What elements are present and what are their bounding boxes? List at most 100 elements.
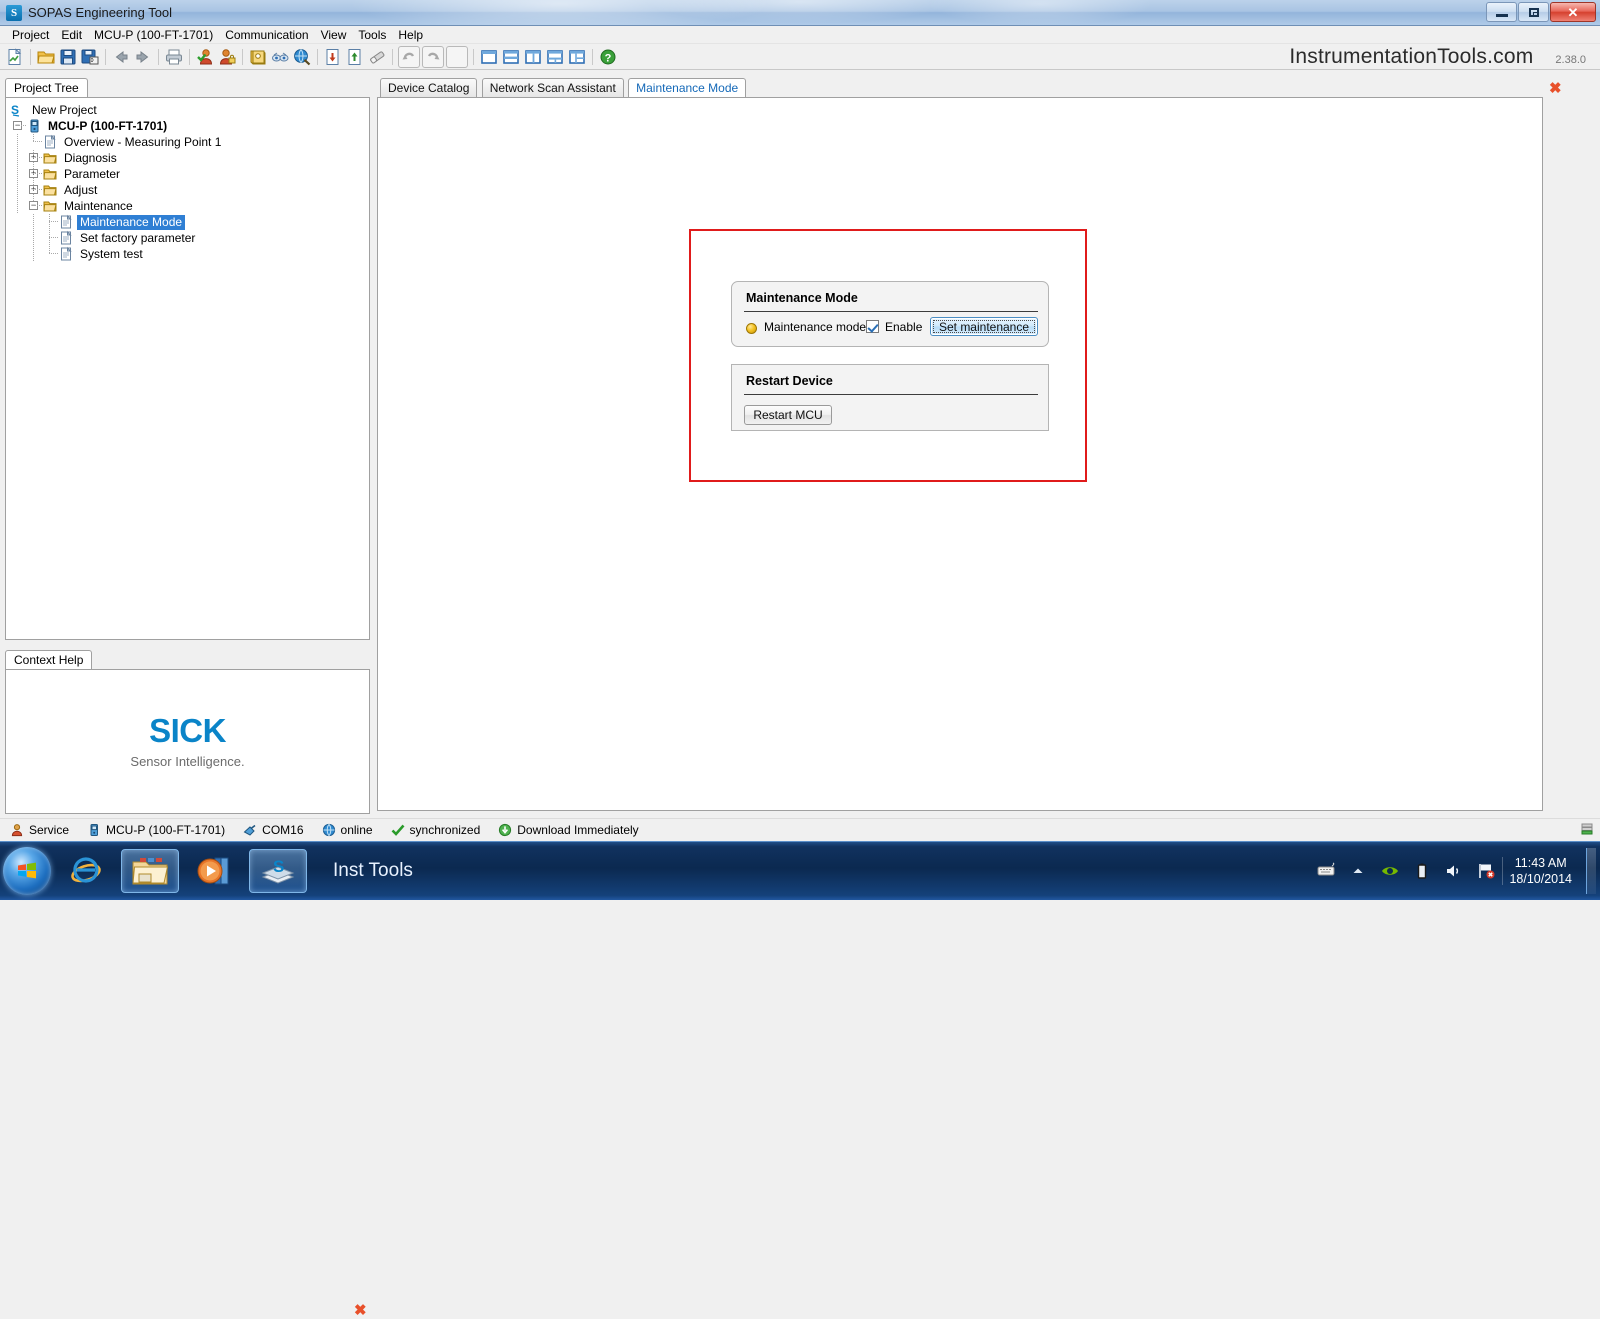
server-icon[interactable] — [1580, 822, 1594, 839]
close-icon[interactable]: ✖ — [354, 1303, 367, 1318]
battery-icon[interactable] — [1412, 861, 1432, 881]
back-arrow-icon[interactable] — [111, 47, 131, 67]
upload-icon[interactable] — [345, 47, 365, 67]
taskbar-file-explorer[interactable] — [121, 849, 179, 893]
status-synchronized[interactable]: synchronized — [391, 823, 480, 837]
tree-expander[interactable]: + — [26, 182, 42, 198]
show-desktop-button[interactable] — [1586, 848, 1596, 894]
tree-item-overview[interactable]: Overview - Measuring Point 1 — [10, 134, 369, 150]
tree-item-maintenance-mode[interactable]: Maintenance Mode — [10, 214, 369, 230]
menu-communication[interactable]: Communication — [219, 27, 314, 43]
menu-help[interactable]: Help — [392, 27, 429, 43]
context-help-tabstrip: Context Help ✖ — [5, 650, 370, 1318]
tree-item-adjust[interactable]: + Adjust — [10, 182, 369, 198]
toolbar-separator — [30, 48, 31, 65]
tree-item-system-test[interactable]: System test — [10, 246, 369, 262]
restore-button[interactable] — [1518, 2, 1549, 22]
keyboard-icon[interactable] — [1316, 861, 1336, 881]
taskbar-internet-explorer[interactable] — [57, 849, 115, 893]
minimize-button[interactable] — [1486, 2, 1517, 22]
status-label: Download Immediately — [517, 823, 639, 837]
save-all-icon[interactable] — [80, 47, 100, 67]
layout-grid-icon[interactable] — [567, 47, 587, 67]
tab-device-catalog[interactable]: Device Catalog — [380, 78, 478, 97]
layout-horizontal-icon[interactable] — [501, 47, 521, 67]
undo-icon[interactable] — [398, 45, 420, 68]
status-service[interactable]: Service — [10, 823, 69, 837]
tree-item-set-factory-parameter[interactable]: Set factory parameter — [10, 230, 369, 246]
toolbar-separator — [105, 48, 106, 65]
volume-icon[interactable] — [1444, 861, 1464, 881]
menu-view[interactable]: View — [315, 27, 353, 43]
folder-icon — [42, 150, 58, 166]
add-user-icon[interactable] — [195, 47, 215, 67]
folder-icon — [42, 182, 58, 198]
globe-search-icon[interactable] — [292, 47, 312, 67]
tree-item-parameter[interactable]: + Parameter — [10, 166, 369, 182]
layout-three-icon[interactable] — [545, 47, 565, 67]
network-flag-icon[interactable] — [1476, 861, 1496, 881]
start-button[interactable] — [3, 847, 51, 895]
tab-network-scan-assistant[interactable]: Network Scan Assistant — [481, 78, 624, 97]
tree-expander[interactable]: − — [26, 198, 42, 214]
status-device[interactable]: MCU-P (100-FT-1701) — [87, 823, 225, 837]
eraser-icon[interactable] — [367, 47, 387, 67]
taskbar-window-title: Inst Tools — [333, 860, 413, 881]
layout-single-icon[interactable] — [479, 47, 499, 67]
highlight-annotation: Maintenance Mode Maintenance mode Enable… — [689, 229, 1087, 482]
toolbar-extra-button[interactable] — [446, 45, 468, 68]
tray-separator — [1502, 857, 1504, 885]
tree-expander[interactable]: + — [26, 150, 42, 166]
restart-mcu-button[interactable]: Restart MCU — [744, 405, 832, 425]
serial-port-icon — [243, 823, 257, 837]
taskbar-sopas[interactable]: S — [249, 849, 307, 893]
tree-item-diagnosis[interactable]: + Diagnosis — [10, 150, 369, 166]
taskbar-media-player[interactable] — [185, 849, 243, 893]
network-scan-icon[interactable] — [270, 47, 290, 67]
help-icon[interactable]: ? — [598, 47, 618, 67]
group-divider — [744, 311, 1038, 312]
menu-edit[interactable]: Edit — [55, 27, 88, 43]
tab-context-help[interactable]: Context Help — [5, 650, 93, 669]
address-book-icon[interactable] — [248, 47, 268, 67]
status-label: COM16 — [262, 823, 304, 837]
tree-expander[interactable]: + — [26, 166, 42, 182]
version-label: 2.38.0 — [1555, 53, 1586, 66]
close-icon[interactable]: ✖ — [1549, 81, 1562, 96]
tree-item-mcu-p[interactable]: − MCU-P (100-FT-1701) — [10, 118, 369, 134]
menu-project[interactable]: Project — [6, 27, 55, 43]
clock[interactable]: 11:43 AM 18/10/2014 — [1509, 855, 1572, 887]
set-maintenance-button[interactable]: Set maintenance — [930, 317, 1038, 336]
tree-item-new-project[interactable]: S New Project — [10, 102, 369, 118]
menu-tools[interactable]: Tools — [352, 27, 392, 43]
enable-label: Enable — [885, 320, 923, 334]
tree-item-label: System test — [80, 246, 143, 261]
window-title: SOPAS Engineering Tool — [28, 5, 173, 20]
folder-icon — [42, 198, 58, 214]
new-document-icon[interactable] — [5, 47, 25, 67]
print-icon[interactable] — [164, 47, 184, 67]
show-hidden-icons-icon[interactable] — [1348, 861, 1368, 881]
page-icon — [58, 246, 74, 262]
redo-icon[interactable] — [422, 45, 444, 68]
status-download-mode[interactable]: Download Immediately — [498, 823, 639, 837]
tree-indent — [10, 182, 26, 198]
open-folder-icon[interactable] — [36, 47, 56, 67]
download-globe-icon — [498, 823, 512, 837]
toolbar-separator — [242, 48, 243, 65]
status-online[interactable]: online — [322, 823, 373, 837]
close-button[interactable]: ✕ — [1550, 2, 1596, 22]
layout-vertical-icon[interactable] — [523, 47, 543, 67]
enable-checkbox[interactable] — [866, 320, 879, 333]
status-com-port[interactable]: COM16 — [243, 823, 304, 837]
forward-arrow-icon[interactable] — [133, 47, 153, 67]
user-settings-icon[interactable] — [217, 47, 237, 67]
tree-item-maintenance[interactable]: − Maintenance — [10, 198, 369, 214]
menu-device[interactable]: MCU-P (100-FT-1701) — [88, 27, 219, 43]
tree-expander[interactable]: − — [10, 118, 26, 134]
save-icon[interactable] — [58, 47, 78, 67]
download-icon[interactable] — [323, 47, 343, 67]
nvidia-icon[interactable] — [1380, 861, 1400, 881]
tab-maintenance-mode[interactable]: Maintenance Mode — [628, 78, 747, 97]
tab-project-tree[interactable]: Project Tree — [5, 78, 88, 97]
